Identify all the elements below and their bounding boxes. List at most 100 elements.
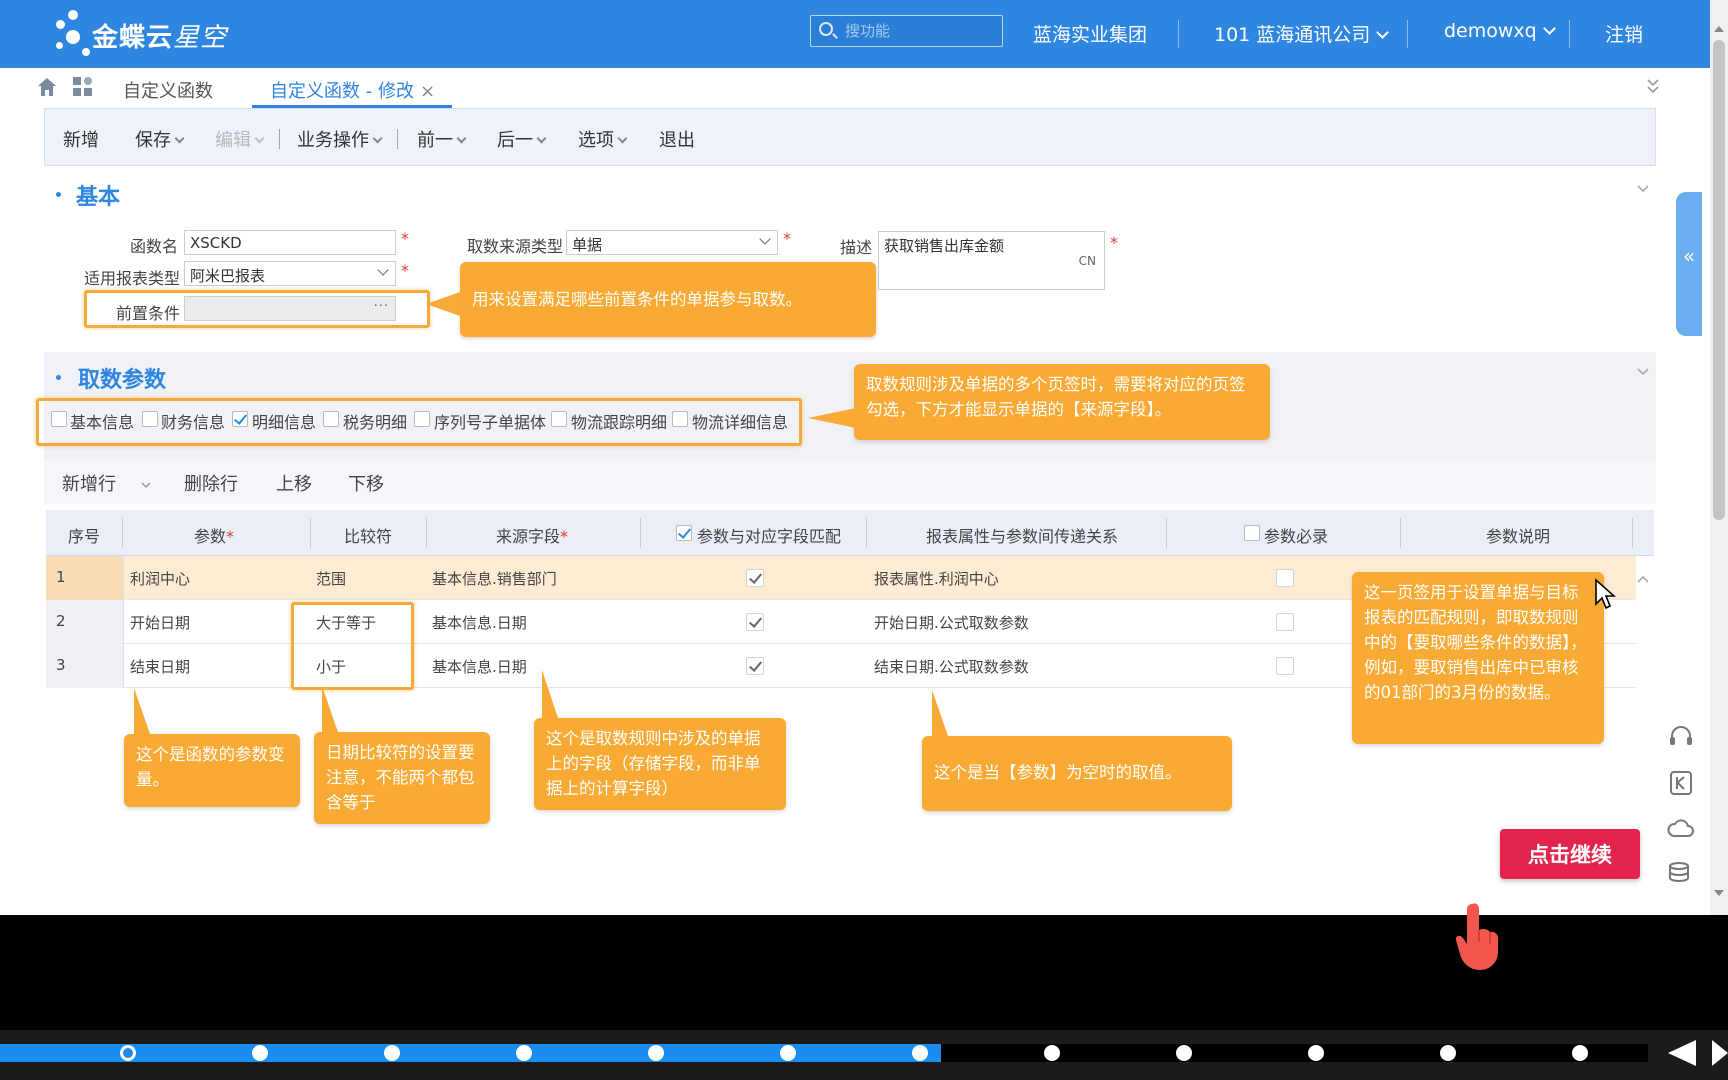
page-scrollbar[interactable] (1710, 0, 1728, 915)
support-headset-icon[interactable] (1666, 722, 1696, 752)
progress-marker[interactable] (912, 1045, 928, 1061)
prev-button[interactable]: 前一 (417, 126, 467, 152)
desc-textarea[interactable]: 获取销售出库金额 CN (878, 231, 1105, 290)
apps-icon[interactable] (72, 76, 94, 98)
row-match-checkbox[interactable] (746, 569, 764, 587)
tab-checkbox-logistics-track[interactable] (551, 411, 567, 427)
business-ops-button[interactable]: 业务操作 (297, 126, 383, 152)
progress-marker[interactable] (1572, 1045, 1588, 1061)
progress-marker[interactable] (780, 1045, 796, 1061)
lang-badge[interactable]: CN (1079, 254, 1096, 268)
scroll-up-arrow-icon[interactable] (1714, 26, 1724, 32)
tab-checkbox-detail[interactable] (232, 411, 248, 427)
tab-checkbox-basic[interactable] (51, 411, 67, 427)
database-icon[interactable] (1666, 858, 1696, 888)
next-button[interactable]: 后一 (497, 126, 547, 152)
row-relation[interactable]: 开始日期.公式取数参数 (874, 612, 1029, 633)
ellipsis-button[interactable]: ··· (374, 299, 389, 314)
tab-checkbox-tax[interactable] (323, 411, 339, 427)
k-logo-icon[interactable] (1666, 768, 1696, 798)
move-up-button[interactable]: 上移 (276, 470, 312, 496)
user-menu[interactable]: demowxq (1444, 20, 1556, 42)
chevron-down-icon[interactable] (140, 481, 152, 490)
continue-button[interactable]: 点击继续 (1500, 829, 1640, 879)
scrollbar-thumb[interactable] (1713, 40, 1725, 520)
row-match-checkbox[interactable] (746, 613, 764, 631)
chevron-down-icon (1542, 22, 1556, 35)
scroll-down-arrow-icon[interactable] (1714, 890, 1724, 896)
tab-checkbox-serial[interactable] (414, 411, 430, 427)
section-title-params[interactable]: 取数参数 (78, 362, 166, 394)
row-param[interactable]: 结束日期 (130, 656, 190, 677)
callout-compare: 日期比较符的设置要注意，不能两个都包含等于 (314, 732, 490, 824)
add-button[interactable]: 新增 (63, 126, 99, 152)
precondition-input[interactable]: ··· (184, 296, 396, 321)
chevron-down-icon (377, 264, 389, 276)
logo-text: 金蝶云星空 (92, 23, 228, 53)
row-relation[interactable]: 报表属性.利润中心 (874, 568, 999, 589)
row-required-checkbox[interactable] (1276, 569, 1294, 587)
next-icon[interactable] (1712, 1040, 1728, 1066)
side-panel-toggle[interactable]: « (1676, 192, 1702, 336)
cloud-icon[interactable] (1666, 814, 1696, 844)
edit-button[interactable]: 编辑 (215, 126, 265, 152)
required-all-checkbox[interactable] (1244, 525, 1260, 541)
double-chevron-down-icon[interactable] (1646, 78, 1660, 94)
delete-row-button[interactable]: 删除行 (184, 470, 238, 496)
match-all-checkbox[interactable] (676, 525, 692, 541)
add-row-button[interactable]: 新增行 (62, 470, 116, 496)
report-type-select[interactable]: 阿米巴报表 (184, 261, 396, 286)
tab-checkbox-finance[interactable] (142, 411, 158, 427)
row-required-checkbox[interactable] (1276, 613, 1294, 631)
row-source[interactable]: 基本信息.日期 (432, 656, 527, 677)
progress-marker[interactable] (1176, 1045, 1192, 1061)
row-compare[interactable]: 范围 (316, 568, 346, 589)
row-param[interactable]: 开始日期 (130, 612, 190, 633)
tab-checkbox-label: 财务信息 (161, 413, 226, 432)
org-group-link[interactable]: 蓝海实业集团 (1033, 20, 1147, 47)
company-selector[interactable]: 101 蓝海通讯公司 (1214, 20, 1390, 47)
app-window: 金蝶云星空 蓝海实业集团 101 蓝海通讯公司 demowxq 注销 自定义函数… (0, 0, 1728, 915)
row-param[interactable]: 利润中心 (130, 568, 190, 589)
chevron-down-icon (174, 133, 185, 144)
collapse-chevron-icon[interactable] (1636, 184, 1650, 194)
row-relation[interactable]: 结束日期.公式取数参数 (874, 656, 1029, 677)
progress-marker[interactable] (120, 1045, 136, 1061)
progress-marker[interactable] (516, 1045, 532, 1061)
save-button[interactable]: 保存 (135, 126, 185, 152)
search-input[interactable] (845, 20, 995, 42)
report-type-label: 适用报表类型 (84, 269, 181, 288)
row-source[interactable]: 基本信息.日期 (432, 612, 527, 633)
options-button[interactable]: 选项 (578, 126, 628, 152)
progress-marker[interactable] (1308, 1045, 1324, 1061)
search-box[interactable] (810, 15, 1003, 47)
fn-name-input[interactable]: XSCKD (184, 230, 396, 255)
source-type-select[interactable]: 单据 (566, 230, 778, 255)
tab-function-edit[interactable]: 自定义函数 - 修改 × (270, 77, 435, 103)
exit-button[interactable]: 退出 (659, 126, 695, 152)
tab-checkbox-logistics-detail[interactable] (672, 411, 688, 427)
chevron-down-icon (372, 133, 383, 144)
scroll-up-chevron-icon[interactable] (1636, 574, 1650, 584)
progress-marker[interactable] (1440, 1045, 1456, 1061)
collapse-chevron-icon[interactable] (1636, 367, 1650, 377)
search-icon (819, 22, 833, 36)
progress-marker[interactable] (252, 1045, 268, 1061)
home-icon[interactable] (36, 76, 58, 98)
row-match-checkbox[interactable] (746, 657, 764, 675)
row-required-checkbox[interactable] (1276, 657, 1294, 675)
tab-bar: 自定义函数 自定义函数 - 修改 × (0, 68, 1680, 108)
row-seq: 2 (56, 612, 66, 630)
progress-marker[interactable] (648, 1045, 664, 1061)
tab-checkbox-label: 序列号子单据体 (434, 413, 547, 432)
close-icon[interactable]: × (420, 81, 435, 102)
callout-pointer (322, 686, 356, 732)
progress-marker[interactable] (1044, 1045, 1060, 1061)
row-source[interactable]: 基本信息.销售部门 (432, 568, 557, 589)
move-down-button[interactable]: 下移 (348, 470, 384, 496)
logout-link[interactable]: 注销 (1605, 20, 1643, 47)
previous-icon[interactable] (1668, 1040, 1696, 1066)
progress-marker[interactable] (384, 1045, 400, 1061)
tab-function-list[interactable]: 自定义函数 (123, 77, 213, 103)
section-title-basic[interactable]: 基本 (76, 179, 120, 211)
